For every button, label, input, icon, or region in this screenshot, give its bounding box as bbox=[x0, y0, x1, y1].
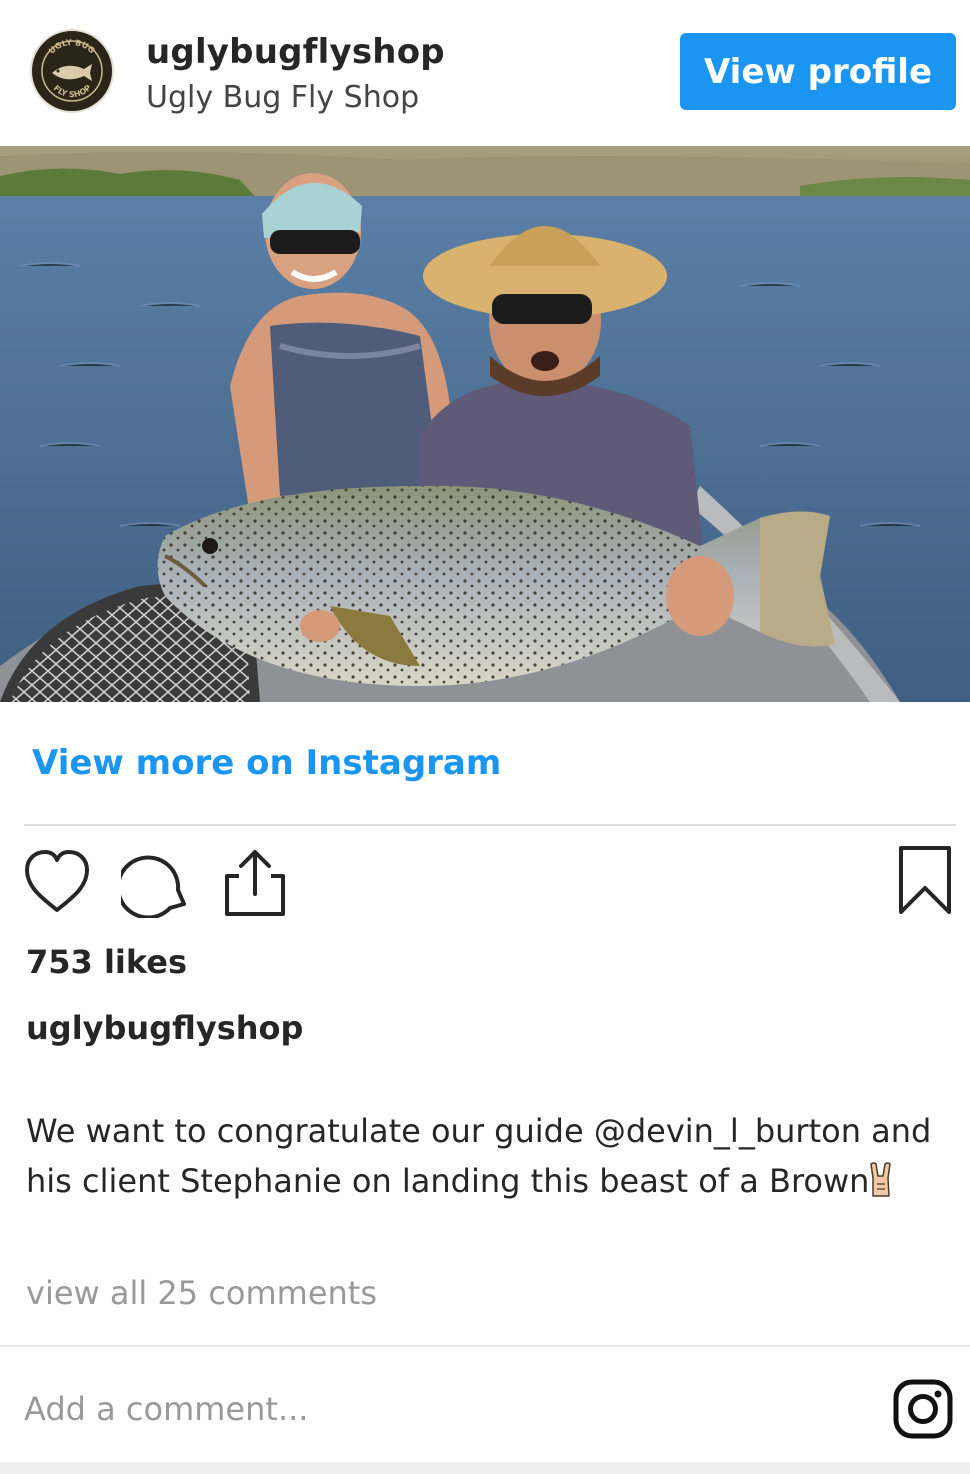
share-icon bbox=[225, 850, 285, 916]
fishing-photo-image bbox=[0, 146, 970, 702]
heart-icon bbox=[25, 850, 89, 912]
post-header: UGLY BUG FLY SHOP uglybugflyshop Ugly Bu… bbox=[0, 0, 970, 145]
like-button[interactable] bbox=[22, 846, 92, 918]
comment-button[interactable] bbox=[121, 846, 191, 918]
bottom-strip bbox=[0, 1462, 970, 1474]
likes-count[interactable]: 753 likes bbox=[26, 943, 187, 981]
header-full-name: Ugly Bug Fly Shop bbox=[146, 80, 420, 115]
post-caption: We want to congratulate our guide @devin… bbox=[26, 1106, 951, 1206]
bookmark-icon bbox=[899, 846, 951, 914]
avatar[interactable]: UGLY BUG FLY SHOP bbox=[30, 29, 114, 113]
header-username[interactable]: uglybugflyshop bbox=[146, 32, 445, 72]
caption-text: We want to congratulate our guide @devin… bbox=[26, 1112, 932, 1200]
ugly-bug-logo-icon: UGLY BUG FLY SHOP bbox=[34, 33, 110, 109]
divider bbox=[24, 824, 956, 826]
divider bbox=[0, 1345, 970, 1347]
view-more-on-instagram-link[interactable]: View more on Instagram bbox=[32, 743, 501, 783]
share-button[interactable] bbox=[219, 846, 289, 918]
instagram-logo-button[interactable] bbox=[892, 1378, 954, 1440]
add-comment-input[interactable] bbox=[24, 1382, 864, 1436]
view-all-comments-link[interactable]: view all 25 comments bbox=[26, 1274, 377, 1312]
comment-bubble-icon bbox=[121, 855, 186, 918]
save-button[interactable] bbox=[893, 844, 957, 916]
post-photo[interactable] bbox=[0, 146, 970, 702]
instagram-embed: UGLY BUG FLY SHOP uglybugflyshop Ugly Bu… bbox=[0, 0, 970, 1474]
view-profile-button[interactable]: View profile bbox=[680, 33, 956, 110]
caption-username[interactable]: uglybugflyshop bbox=[26, 1009, 303, 1047]
instagram-logo-icon bbox=[893, 1379, 953, 1439]
sign-of-the-horns-emoji-icon bbox=[869, 1162, 893, 1198]
